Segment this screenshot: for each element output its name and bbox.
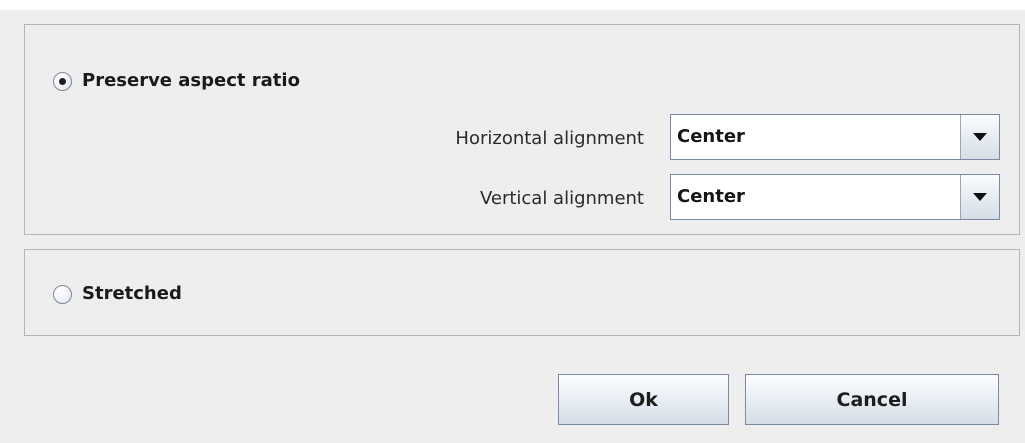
cancel-button[interactable]: Cancel — [745, 374, 999, 425]
horizontal-alignment-value: Center — [677, 126, 745, 147]
chevron-down-icon — [973, 133, 987, 141]
preserve-aspect-ratio-option[interactable]: Preserve aspect ratio — [53, 71, 300, 91]
horizontal-alignment-dropdown-button[interactable] — [960, 115, 999, 159]
stretched-panel: Stretched — [24, 249, 1020, 336]
chevron-down-icon — [973, 193, 987, 201]
stretched-option[interactable]: Stretched — [53, 284, 182, 304]
horizontal-alignment-label: Horizontal alignment — [455, 128, 644, 149]
ok-button[interactable]: Ok — [558, 374, 729, 425]
vertical-alignment-dropdown-button[interactable] — [960, 175, 999, 219]
vertical-alignment-label: Vertical alignment — [479, 188, 644, 209]
vertical-alignment-value: Center — [677, 186, 745, 207]
stretched-label: Stretched — [82, 283, 182, 304]
preserve-aspect-ratio-radio[interactable] — [53, 71, 72, 91]
dialog: Preserve aspect ratio Horizontal alignme… — [0, 10, 1025, 443]
radio-selected-dot-icon — [59, 77, 66, 85]
vertical-alignment-dropdown[interactable]: Center — [670, 174, 1000, 220]
horizontal-alignment-dropdown[interactable]: Center — [670, 114, 1000, 160]
stretched-radio[interactable] — [53, 284, 72, 304]
preserve-aspect-ratio-label: Preserve aspect ratio — [82, 70, 300, 91]
preserve-aspect-ratio-panel: Preserve aspect ratio Horizontal alignme… — [24, 24, 1020, 235]
